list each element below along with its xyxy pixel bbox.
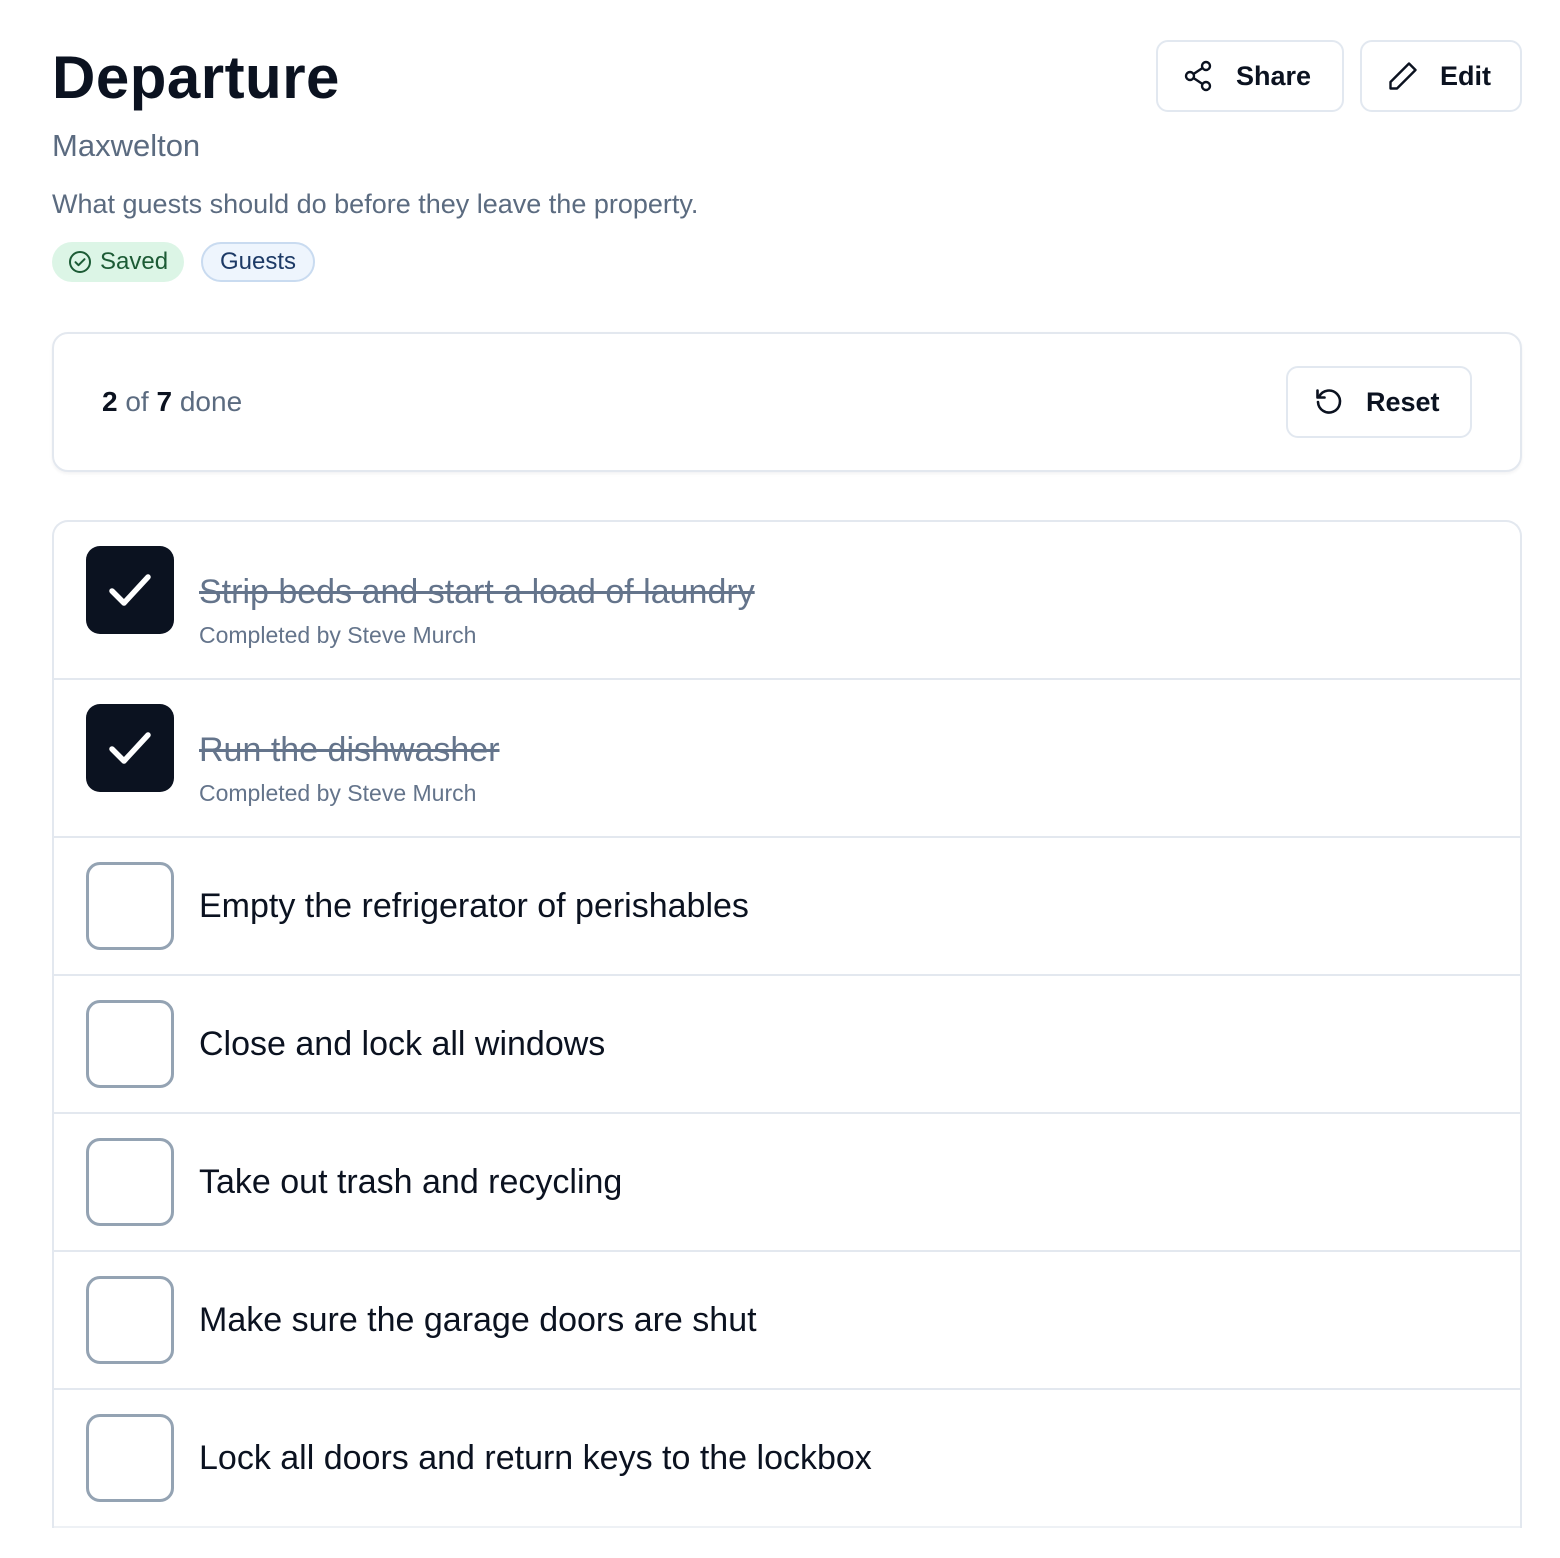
completed-by: Completed by Steve Murch — [199, 780, 477, 806]
checkbox-checked[interactable] — [86, 704, 174, 792]
checkbox-unchecked[interactable] — [86, 862, 174, 950]
property-name: Maxwelton — [52, 128, 201, 163]
checklist-item-label: Take out trash and recycling — [199, 1163, 623, 1201]
checklist-item: Make sure the garage doors are shut — [54, 1252, 1520, 1390]
checklist-item-label: Make sure the garage doors are shut — [199, 1301, 757, 1339]
header-actions: Share Edit — [1156, 40, 1522, 112]
done-count: 2 — [102, 386, 118, 417]
page-header: Departure Maxwelton What guests should d… — [52, 38, 1522, 298]
page-description: What guests should do before they leave … — [52, 189, 699, 219]
reset-button[interactable]: Reset — [1286, 366, 1472, 438]
completed-by: Completed by Steve Murch — [199, 622, 477, 648]
share-button-label: Share — [1236, 60, 1312, 91]
progress-summary: 2 of 7 done — [102, 384, 242, 420]
share-button[interactable]: Share — [1156, 40, 1344, 112]
check-circle-icon — [68, 250, 92, 274]
edit-button-label: Edit — [1440, 60, 1491, 91]
guests-tag-label: Guests — [219, 248, 297, 275]
page-title: Departure — [52, 44, 340, 111]
checklist-item: Empty the refrigerator of perishables — [54, 838, 1520, 976]
checklist-item: Run the dishwasher Completed by Steve Mu… — [54, 680, 1520, 838]
progress-card: 2 of 7 done Reset — [52, 332, 1522, 472]
checklist-item-label: Close and lock all windows — [199, 1025, 606, 1063]
checklist-item-label: Run the dishwasher — [199, 731, 500, 769]
checklist-page: Departure Maxwelton What guests should d… — [52, 38, 1522, 1528]
checkbox-checked[interactable] — [86, 546, 174, 634]
checkbox-unchecked[interactable] — [86, 1138, 174, 1226]
checklist: Strip beds and start a load of laundry C… — [52, 520, 1522, 1528]
tag-list: Saved Guests — [52, 242, 315, 282]
checklist-item: Lock all doors and return keys to the lo… — [54, 1390, 1520, 1528]
checklist-item-label: Lock all doors and return keys to the lo… — [199, 1439, 872, 1477]
checkbox-unchecked[interactable] — [86, 1276, 174, 1364]
done-label: done — [179, 386, 243, 417]
checkbox-unchecked[interactable] — [86, 1414, 174, 1502]
pencil-icon — [1386, 59, 1420, 93]
checklist-item: Close and lock all windows — [54, 976, 1520, 1114]
checklist-item-label: Empty the refrigerator of perishables — [199, 887, 749, 925]
total-count: 7 — [156, 386, 173, 417]
edit-button[interactable]: Edit — [1360, 40, 1522, 112]
checklist-item: Take out trash and recycling — [54, 1114, 1520, 1252]
share-icon — [1182, 59, 1216, 93]
saved-badge-label: Saved — [100, 248, 169, 275]
saved-badge: Saved — [52, 242, 184, 282]
reset-icon — [1312, 385, 1346, 419]
checkmark-icon — [109, 574, 151, 606]
checklist-item: Strip beds and start a load of laundry C… — [54, 522, 1520, 680]
reset-button-label: Reset — [1366, 386, 1440, 417]
checkmark-icon — [109, 732, 151, 764]
guests-tag[interactable]: Guests — [201, 242, 315, 282]
checkbox-unchecked[interactable] — [86, 1000, 174, 1088]
checklist-item-label: Strip beds and start a load of laundry — [199, 573, 755, 611]
of-label: of — [125, 386, 149, 417]
